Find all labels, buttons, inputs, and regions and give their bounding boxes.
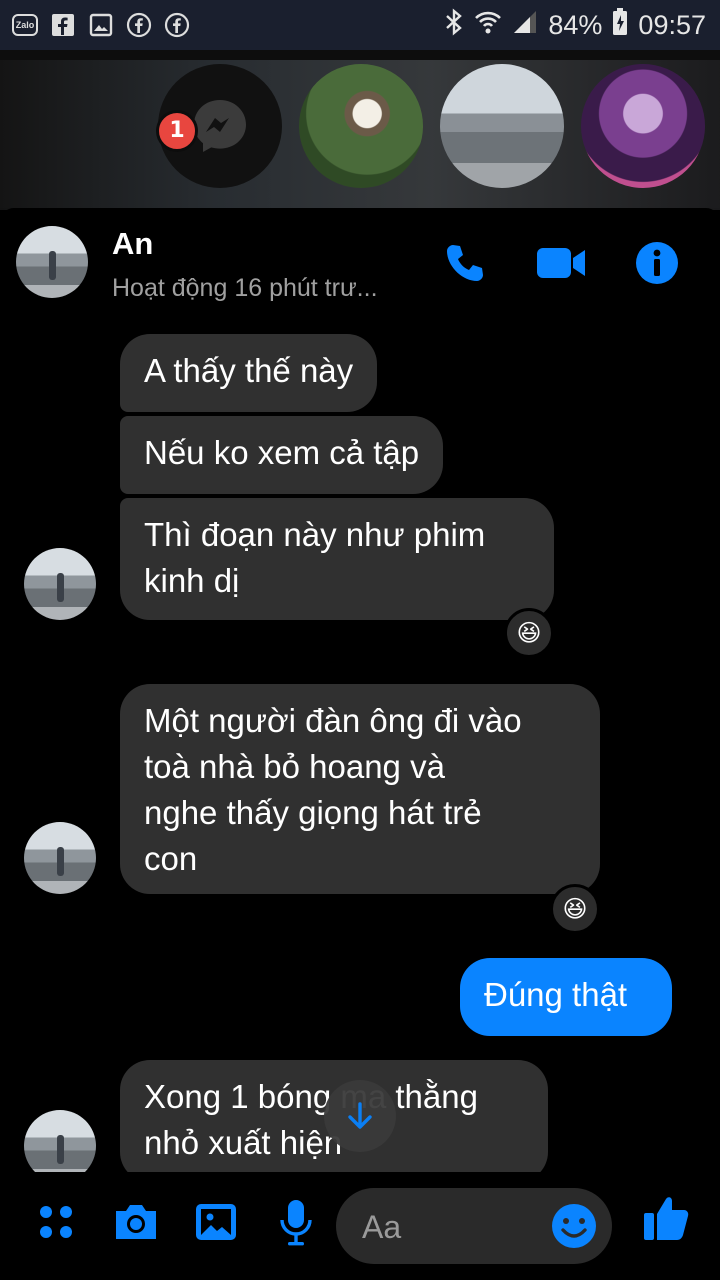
image-icon — [196, 1204, 236, 1240]
facebook-icon — [50, 12, 76, 38]
battery-icon — [612, 7, 628, 43]
message-text: kinh dị — [144, 562, 240, 599]
scroll-to-bottom-button[interactable] — [324, 1080, 396, 1152]
chat-panel: An Hoạt động 16 phút trư... A thấy thế n… — [0, 208, 720, 1280]
battery-percent: 84% — [548, 9, 603, 40]
message-text: Đúng thật — [484, 976, 628, 1013]
four-dots-icon — [40, 1206, 72, 1238]
chat-heads-row: 1 — [0, 50, 720, 260]
message-text: Nếu ko xem cả tập — [144, 434, 420, 471]
avatar[interactable] — [16, 226, 88, 298]
message-bubble[interactable]: Nếu ko xem cả tập — [120, 416, 444, 494]
gallery-icon — [88, 12, 114, 38]
message-list[interactable]: A thấy thế này Nếu ko xem cả tập Thì đoạ… — [0, 318, 720, 1172]
reaction-badge[interactable]: 😆 — [504, 608, 554, 658]
status-bar: Zalo 84% 09:57 — [0, 0, 720, 50]
phone-icon — [447, 245, 483, 281]
clock: 09:57 — [638, 9, 706, 40]
video-camera-icon — [537, 248, 585, 278]
contact-name[interactable]: An — [112, 226, 153, 262]
info-button[interactable] — [632, 238, 682, 288]
avatar[interactable] — [24, 1110, 96, 1172]
reaction-badge[interactable]: 😆 — [550, 884, 600, 934]
conversation-header: An Hoạt động 16 phút trư... — [0, 208, 720, 318]
camera-button[interactable] — [108, 1194, 164, 1250]
message-input-container[interactable] — [336, 1188, 612, 1264]
message-text: toà nhà bỏ hoang và — [144, 748, 445, 785]
chat-head-an[interactable] — [440, 64, 564, 188]
zalo-icon: Zalo — [12, 12, 38, 38]
more-actions-button[interactable] — [28, 1194, 84, 1250]
message-text: con — [144, 840, 198, 877]
info-icon — [636, 242, 678, 284]
message-text: nghe thấy giọng hát trẻ — [144, 794, 482, 831]
video-call-button[interactable] — [536, 238, 586, 288]
chat-head-cat[interactable] — [299, 64, 423, 188]
message-bubble[interactable]: Một người đàn ông đi vào toà nhà bỏ hoan… — [120, 684, 600, 894]
like-button[interactable] — [638, 1190, 694, 1246]
facebook-icon — [126, 12, 152, 38]
message-text: Thì đoạn này như phim — [144, 516, 486, 553]
arrow-down-icon — [348, 1102, 372, 1129]
gallery-button[interactable] — [188, 1194, 244, 1250]
message-bubble[interactable]: Thì đoạn này như phim kinh dị — [120, 498, 554, 620]
message-input[interactable] — [360, 1204, 544, 1250]
unread-badge: 1 — [156, 110, 198, 152]
bluetooth-icon — [444, 7, 464, 43]
call-button[interactable] — [440, 238, 490, 288]
composer-bar — [0, 1172, 720, 1280]
active-status: Hoạt động 16 phút trư... — [112, 274, 378, 302]
avatar[interactable] — [24, 822, 96, 894]
emoji-icon[interactable] — [548, 1200, 600, 1252]
sent-message-bubble[interactable]: Đúng thật — [460, 958, 672, 1036]
voice-message-button[interactable] — [268, 1194, 324, 1250]
chat-head-anime[interactable] — [581, 64, 705, 188]
message-text: Một người đàn ông đi vào — [144, 702, 522, 739]
avatar[interactable] — [24, 548, 96, 620]
wifi-icon — [474, 9, 502, 42]
camera-icon — [116, 1205, 156, 1239]
facebook-icon — [164, 12, 190, 38]
thumbs-up-icon — [644, 1197, 689, 1240]
message-text: A thấy thế này — [144, 352, 354, 389]
message-bubble[interactable]: A thấy thế này — [120, 334, 378, 412]
signal-icon — [512, 9, 538, 42]
microphone-icon — [280, 1200, 312, 1246]
